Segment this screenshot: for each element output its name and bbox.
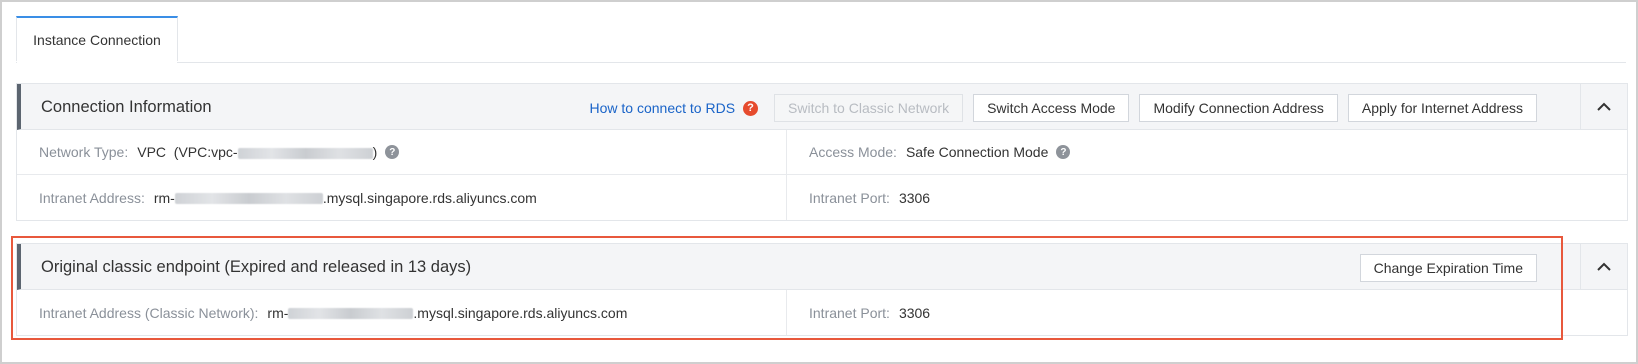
column-divider (786, 130, 787, 174)
chevron-up-icon (1597, 262, 1611, 271)
classic-address-prefix: rm- (267, 304, 289, 321)
classic-intranet-port-field: Intranet Port: 3306 (809, 290, 930, 335)
network-type-prefix: VPC (VPC:vpc- (137, 144, 238, 160)
classic-intranet-address-value: rm- .mysql.singapore.rds.aliyuncs.com (267, 305, 627, 321)
intranet-port-field: Intranet Port: 3306 (809, 175, 930, 220)
how-to-connect-link[interactable]: How to connect to RDS ? (590, 100, 759, 116)
access-mode-value: Safe Connection Mode (905, 144, 1049, 160)
intranet-port-label: Intranet Port: (809, 189, 890, 206)
classic-endpoint-header: Original classic endpoint (Expired and r… (17, 244, 1627, 290)
redacted-instance-id (288, 308, 414, 320)
question-circle-icon[interactable]: ? (743, 100, 759, 116)
intranet-address-field: Intranet Address: rm- .mysql.singapore.rd… (39, 175, 537, 220)
help-icon[interactable]: ? (1056, 145, 1071, 159)
classic-intranet-address-field: Intranet Address (Classic Network): rm-.… (39, 290, 627, 335)
classic-intranet-port-value: 3306 (898, 304, 931, 321)
access-mode-field: Access Mode: Safe Connection Mode ? (809, 130, 1071, 174)
redacted-vpc-id (237, 147, 373, 159)
column-divider (786, 290, 787, 335)
collapse-classic-endpoint-button[interactable] (1580, 244, 1627, 289)
intranet-address-value: rm- .mysql.singapore.rds.aliyuncs.com (154, 190, 537, 206)
how-to-connect-label: How to connect to RDS (589, 100, 736, 116)
intranet-address-suffix: .mysql.singapore.rds.aliyuncs.com (322, 189, 537, 206)
classic-endpoint-title: Original classic endpoint (Expired and r… (41, 258, 472, 276)
tab-bar: Instance Connection (16, 16, 1626, 63)
network-type-label: Network Type: (39, 144, 129, 160)
classic-endpoint-panel: Original classic endpoint (Expired and r… (16, 243, 1628, 336)
connection-info-title: Connection Information (41, 98, 212, 116)
change-expiration-time-button[interactable]: Change Expiration Time (1359, 254, 1537, 282)
access-mode-label: Access Mode: (809, 144, 897, 160)
intranet-port-value: 3306 (898, 189, 931, 206)
classic-address-suffix: .mysql.singapore.rds.aliyuncs.com (413, 304, 628, 321)
classic-endpoint-actions: Change Expiration Time (1359, 254, 1537, 282)
connection-info-actions: How to connect to RDS ? Switch to Classi… (590, 94, 1537, 122)
network-type-field: Network Type: VPC (VPC:vpc-) ? (39, 130, 400, 174)
connection-info-panel: Connection Information How to connect to… (16, 83, 1628, 221)
switch-classic-network-button[interactable]: Switch to Classic Network (774, 94, 964, 122)
redacted-instance-id (174, 193, 323, 205)
connection-info-header: Connection Information How to connect to… (17, 84, 1627, 130)
intranet-row: Intranet Address: rm- .mysql.singapore.rd… (17, 175, 1627, 220)
window-frame: Instance Connection Connection Informati… (0, 0, 1638, 364)
chevron-up-icon (1597, 102, 1611, 111)
network-type-suffix: ) (372, 144, 378, 160)
intranet-address-prefix: rm- (153, 189, 175, 206)
tab-label: Instance Connection (33, 31, 161, 48)
classic-intranet-row: Intranet Address (Classic Network): rm-.… (17, 290, 1627, 335)
modify-connection-address-button[interactable]: Modify Connection Address (1139, 94, 1338, 122)
help-icon[interactable]: ? (385, 145, 400, 159)
column-divider (786, 175, 787, 220)
network-row: Network Type: VPC (VPC:vpc-) ? Access Mo… (17, 130, 1627, 175)
classic-intranet-port-label: Intranet Port: (809, 304, 890, 321)
network-type-value: VPC (VPC:vpc-) (137, 144, 377, 160)
apply-internet-address-button[interactable]: Apply for Internet Address (1347, 94, 1537, 122)
collapse-connection-info-button[interactable] (1580, 84, 1627, 129)
classic-intranet-address-label: Intranet Address (Classic Network): (39, 304, 259, 321)
switch-access-mode-button[interactable]: Switch Access Mode (973, 94, 1130, 122)
intranet-address-label: Intranet Address: (39, 189, 145, 206)
tab-instance-connection[interactable]: Instance Connection (16, 16, 178, 63)
